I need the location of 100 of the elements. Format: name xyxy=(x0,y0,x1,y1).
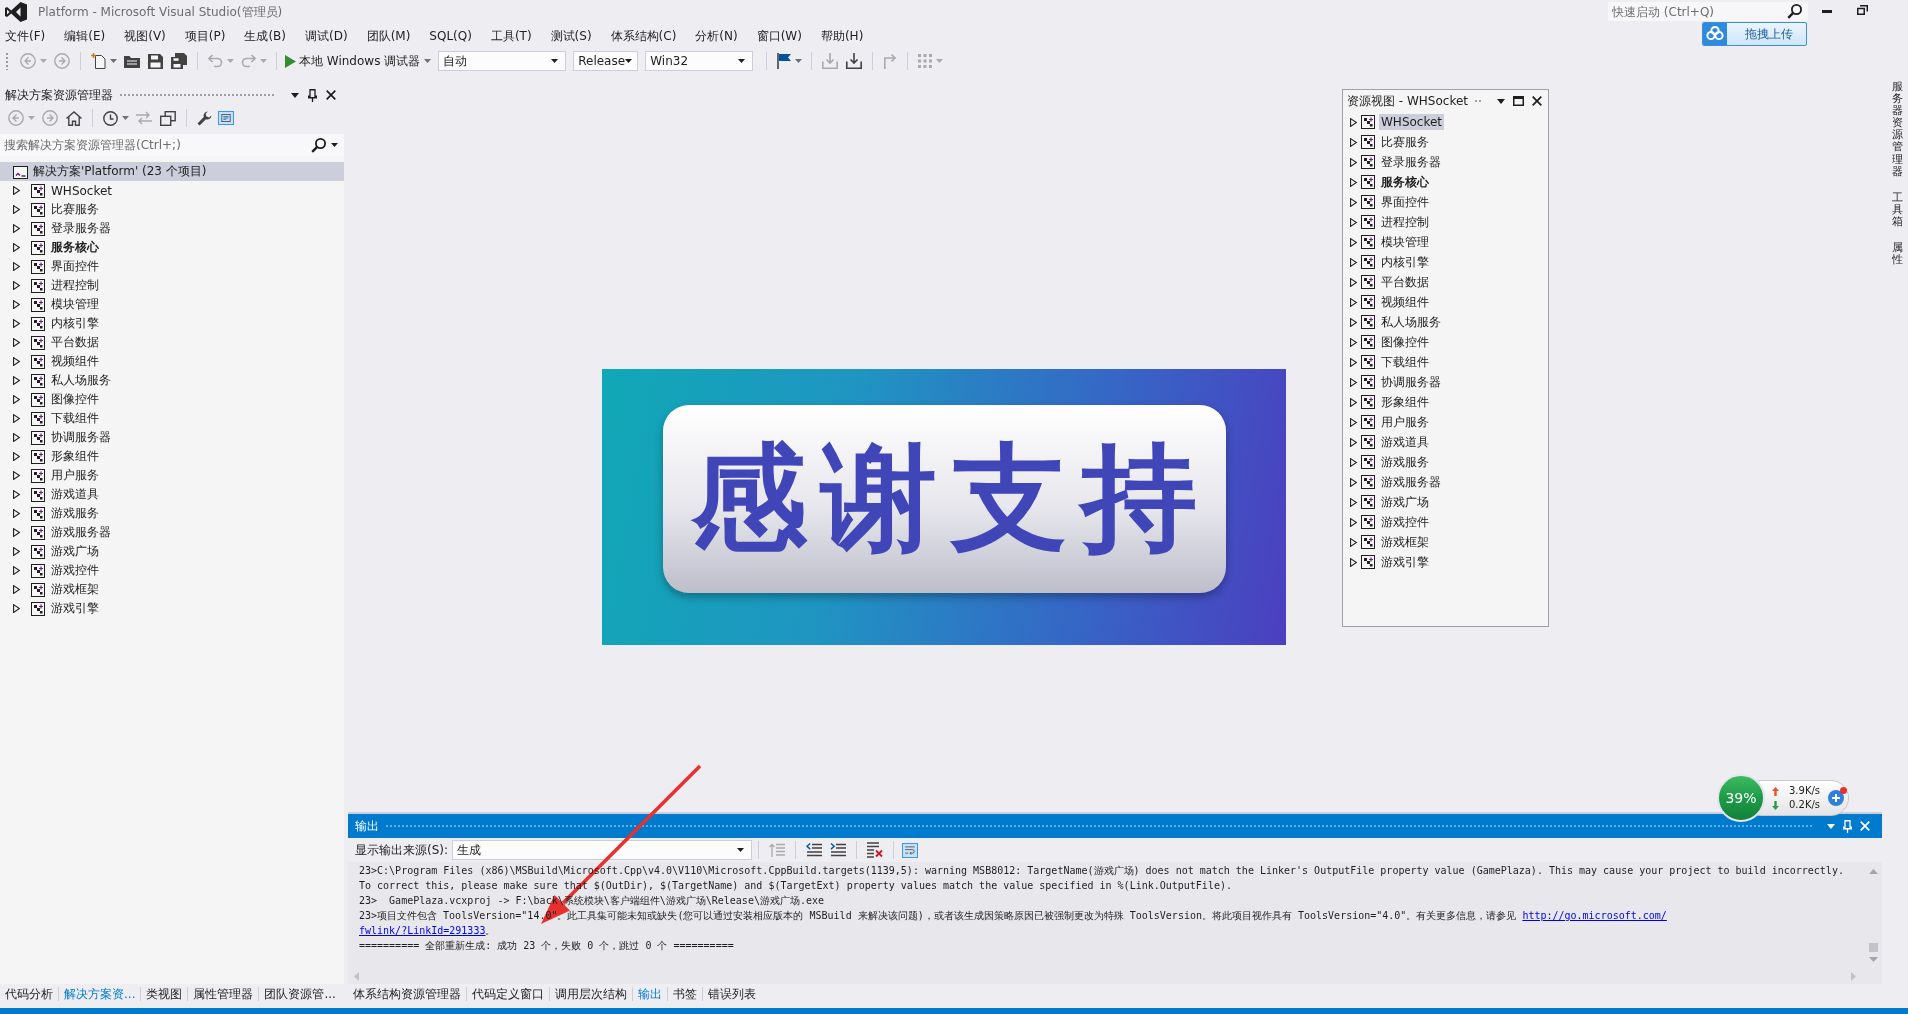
tree-item[interactable]: WHSocket xyxy=(0,181,344,200)
word-wrap-icon[interactable] xyxy=(902,842,919,858)
folder-icon[interactable] xyxy=(124,54,140,68)
quick-launch-field[interactable]: 快速启动 (Ctrl+Q) xyxy=(1608,2,1808,21)
tree-item[interactable]: 内核引擎 xyxy=(1379,252,1431,272)
tree-item[interactable]: 游戏道具 xyxy=(1379,432,1431,452)
expander-icon[interactable] xyxy=(1350,517,1357,527)
expander-icon[interactable] xyxy=(13,319,20,328)
tree-item[interactable]: 模块管理 xyxy=(1379,232,1431,252)
expander-icon[interactable] xyxy=(13,433,20,442)
expander-icon[interactable] xyxy=(13,452,20,461)
caret-icon[interactable] xyxy=(738,59,746,63)
side-tab[interactable]: 服务器资源管理器 xyxy=(1891,81,1903,178)
tree-item[interactable]: 游戏服务器 xyxy=(0,523,344,542)
expander-icon[interactable] xyxy=(1350,297,1357,307)
panel-tab[interactable]: 类视图 xyxy=(141,987,189,1001)
tree-item[interactable]: 图像控件 xyxy=(0,390,344,409)
tree-item[interactable]: 游戏控件 xyxy=(1379,512,1431,532)
menu-item[interactable]: 体系结构(C) xyxy=(601,25,686,47)
clear-lines-icon[interactable] xyxy=(867,842,884,858)
expander-icon[interactable] xyxy=(1350,217,1357,227)
caret-icon[interactable] xyxy=(331,143,338,147)
dropdown[interactable]: Release xyxy=(573,51,639,71)
play-icon[interactable] xyxy=(285,54,296,68)
start-debugging-button[interactable]: 本地 Windows 调试器 xyxy=(283,51,437,71)
tree-item[interactable]: 界面控件 xyxy=(0,257,344,276)
tree-item[interactable]: 游戏引擎 xyxy=(1379,552,1431,572)
indent-icon[interactable] xyxy=(830,843,847,857)
menu-item[interactable]: SQL(Q) xyxy=(420,27,481,45)
tree-item[interactable]: 私人场服务 xyxy=(1379,312,1443,332)
panel-tab[interactable]: 解决方案资... xyxy=(59,987,142,1001)
menu-item[interactable]: 调试(D) xyxy=(296,25,357,47)
panel-tab[interactable]: 团队资源管... xyxy=(259,987,341,1001)
home-icon[interactable] xyxy=(66,110,82,126)
tree-item[interactable]: 协调服务器 xyxy=(0,428,344,447)
expander-icon[interactable] xyxy=(13,414,20,423)
panel-tab[interactable]: 输出 xyxy=(633,987,668,1001)
stacked-windows-icon[interactable] xyxy=(160,110,176,126)
search-field[interactable]: 搜索解决方案资源管理器(Ctrl+;) xyxy=(0,134,344,156)
search-icon[interactable] xyxy=(311,137,326,153)
tree-item[interactable]: 界面控件 xyxy=(1379,192,1431,212)
expander-icon[interactable] xyxy=(13,300,20,309)
plus-icon[interactable] xyxy=(1828,790,1845,806)
tree-item[interactable]: 游戏广场 xyxy=(0,542,344,561)
expander-icon[interactable] xyxy=(13,547,20,556)
outdent-icon[interactable] xyxy=(806,843,823,857)
expander-icon[interactable] xyxy=(13,471,20,480)
expander-icon[interactable] xyxy=(1350,437,1357,447)
dropdown[interactable]: Win32 xyxy=(645,51,754,71)
menu-item[interactable]: 视图(V) xyxy=(115,25,175,47)
tree-item[interactable]: 比赛服务 xyxy=(1379,132,1431,152)
expander-icon[interactable] xyxy=(13,205,20,214)
expander-icon[interactable] xyxy=(1350,497,1357,507)
caret-icon[interactable] xyxy=(291,92,299,98)
caret-icon[interactable] xyxy=(1497,98,1505,104)
tree-item[interactable]: 视频组件 xyxy=(0,352,344,371)
restore-icon[interactable] xyxy=(1857,5,1868,15)
close-icon[interactable] xyxy=(1532,96,1542,106)
expander-icon[interactable] xyxy=(1350,557,1357,567)
flag-icon[interactable] xyxy=(777,53,792,69)
expander-icon[interactable] xyxy=(13,224,20,233)
tree-item[interactable]: 服务核心 xyxy=(0,238,344,257)
expander-icon[interactable] xyxy=(13,243,20,252)
upload-button[interactable]: 拖拽上传 xyxy=(1702,22,1807,46)
tree-item[interactable]: 平台数据 xyxy=(1379,272,1431,292)
menu-item[interactable]: 团队(M) xyxy=(357,25,420,47)
expander-icon[interactable] xyxy=(1350,337,1357,347)
tree-item[interactable]: 私人场服务 xyxy=(0,371,344,390)
tree-item[interactable]: 形象组件 xyxy=(0,447,344,466)
menu-item[interactable]: 编辑(E) xyxy=(55,25,115,47)
tree-item[interactable]: 游戏服务 xyxy=(1379,452,1431,472)
expander-icon[interactable] xyxy=(1350,457,1357,467)
expander-icon[interactable] xyxy=(1350,277,1357,287)
output-source-dropdown[interactable]: 生成 xyxy=(452,840,753,860)
expander-icon[interactable] xyxy=(1350,117,1357,127)
menu-item[interactable]: 测试(S) xyxy=(541,25,601,47)
tree-item[interactable]: 比赛服务 xyxy=(0,200,344,219)
menu-item[interactable]: 帮助(H) xyxy=(811,25,873,47)
expander-icon[interactable] xyxy=(13,395,20,404)
tree-item[interactable]: 进程控制 xyxy=(1379,212,1431,232)
expander-icon[interactable] xyxy=(13,262,20,271)
search-icon[interactable] xyxy=(1787,4,1802,19)
tree-item[interactable]: 服务核心 xyxy=(1379,172,1431,192)
tray-icon[interactable] xyxy=(846,53,863,69)
tree-item[interactable]: 下载组件 xyxy=(0,409,344,428)
tree-item[interactable]: 游戏广场 xyxy=(1379,492,1431,512)
save-icon[interactable] xyxy=(148,53,163,69)
panel-tab[interactable]: 代码分析 xyxy=(0,987,59,1001)
panel-tab[interactable]: 错误列表 xyxy=(703,987,761,1001)
tree-item[interactable]: 协调服务器 xyxy=(1379,372,1443,392)
tree-item[interactable]: 解决方案'Platform' (23 个项目) xyxy=(0,162,344,181)
expander-icon[interactable] xyxy=(1350,477,1357,487)
panel-tab[interactable]: 属性管理器 xyxy=(188,987,260,1001)
link[interactable]: http://go.microsoft.com/ xyxy=(1522,910,1667,921)
expander-icon[interactable] xyxy=(1350,237,1357,247)
tree-item[interactable]: 平台数据 xyxy=(0,333,344,352)
close-icon[interactable] xyxy=(326,90,336,100)
tree-item[interactable]: 登录服务器 xyxy=(1379,152,1443,172)
menu-item[interactable]: 文件(F) xyxy=(0,25,55,47)
expander-icon[interactable] xyxy=(13,585,20,594)
